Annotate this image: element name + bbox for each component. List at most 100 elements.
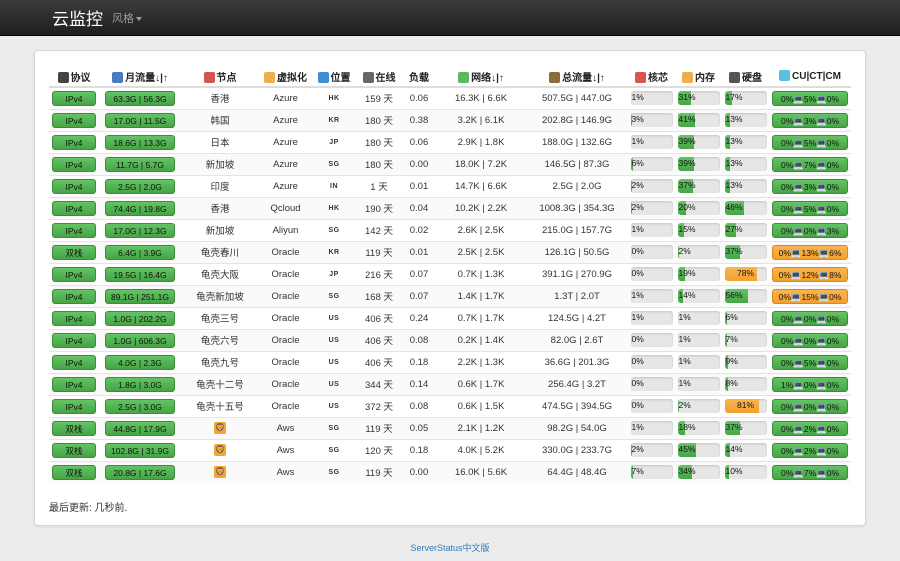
bar-value: 2% <box>631 202 644 212</box>
table-row[interactable]: IPv4 1.8G | 3.0G 龟壳十二号 Oracle US 344 天 0.14 0.6… <box>49 372 851 395</box>
column-header[interactable]: 总流量↓|↑ <box>526 66 628 88</box>
table-row[interactable]: 双栈 6.4G | 3.9G 龟壳春川 Oracle KR 119 天 0.01 2.5K |… <box>49 240 851 263</box>
isp-cell: 0%💻2%💻0% <box>769 438 851 461</box>
disk-bar: 9% <box>724 355 767 369</box>
column-header-label: 在线 <box>375 72 396 84</box>
table-row[interactable]: IPv4 1.0G | 606.3G 龟壳六号 Oracle US 406 天 0.08 0.… <box>49 328 851 351</box>
cpu-bar: 1% <box>630 223 673 237</box>
monthly-traffic-cell: 17.0G | 12.3G <box>99 218 181 241</box>
disk-cell: 46% <box>722 196 769 219</box>
column-header[interactable]: 网络↓|↑ <box>436 66 526 88</box>
protocol-cell: IPv4 <box>49 394 99 417</box>
disk-cell: 27% <box>722 218 769 241</box>
node-cell: 龟壳三号 <box>181 306 259 329</box>
node-cell: 日本 <box>181 130 259 153</box>
monthly-traffic-badge: 44.8G | 17.9G <box>105 420 175 436</box>
location-cell: HK <box>312 196 356 219</box>
cpu-bar: 0% <box>630 245 673 259</box>
load-cell: 0.04 <box>402 196 436 219</box>
node-cell: 龟壳十二号 <box>181 372 259 395</box>
disk-bar: 14% <box>724 443 767 457</box>
table-row[interactable]: IPv4 63.3G | 56.3G 香港 Azure HK 159 天 0.06 16.3K… <box>49 86 851 109</box>
total-traffic-cell: 126.1G | 50.5G <box>526 240 628 263</box>
bar-value: 15% <box>678 224 696 234</box>
disk-bar: 7% <box>724 333 767 347</box>
total-traffic-cell: 98.2G | 54.0G <box>526 416 628 439</box>
column-header[interactable]: 在线 <box>356 66 402 88</box>
table-row[interactable]: IPv4 74.4G | 19.8G 香港 Qcloud HK 190 天 0.04 10.2… <box>49 196 851 219</box>
table-row[interactable]: 双栈 20.8G | 17.6G 🦁 Aws SG 119 天 0.00 16.0K | 5.… <box>49 460 851 483</box>
table-row[interactable]: IPv4 17.0G | 12.3G 新加坡 Aliyun SG 142 天 0.02 2.6… <box>49 218 851 241</box>
column-header[interactable]: 内存 <box>675 66 722 88</box>
table-row[interactable]: 双栈 102.8G | 31.9G 🦁 Aws SG 120 天 0.18 4.0K | 5.… <box>49 438 851 461</box>
lion-icon: 🦁 <box>214 466 226 479</box>
protocol-badge: IPv4 <box>52 222 96 238</box>
monthly-traffic-cell: 1.0G | 202.2G <box>99 306 181 329</box>
monthly-traffic-badge: 11.7G | 5.7G <box>105 156 175 172</box>
table-row[interactable]: IPv4 89.1G | 251.1G 龟壳新加坡 Oracle SG 168 天 0.07… <box>49 284 851 307</box>
table-row[interactable]: 双栈 44.8G | 17.9G 🦁 Aws SG 119 天 0.05 2.1K | 1.2… <box>49 416 851 439</box>
table-row[interactable]: IPv4 18.6G | 13.3G 日本 Azure JP 180 天 0.06 2.9K … <box>49 130 851 153</box>
bar-value: 1% <box>631 224 644 234</box>
column-header-label: 网络↓|↑ <box>471 72 504 84</box>
column-header[interactable]: 节点 <box>181 66 259 88</box>
virtualization-cell: Aws <box>259 460 312 483</box>
column-header[interactable]: 硬盘 <box>722 66 769 88</box>
column-header[interactable]: 月流量↓|↑ <box>99 66 181 88</box>
bar-value: 46% <box>725 202 743 212</box>
protocol-badge: IPv4 <box>52 376 96 392</box>
table-row[interactable]: IPv4 1.0G | 202.2G 龟壳三号 Oracle US 406 天 0.24 0.… <box>49 306 851 329</box>
location-cell: KR <box>312 240 356 263</box>
disk-bar: 13% <box>724 157 767 171</box>
folder-icon <box>264 71 275 83</box>
memory-cell: 45% <box>675 438 722 461</box>
column-header[interactable]: 协议 <box>49 66 99 88</box>
table-row[interactable]: IPv4 2.5G | 3.0G 龟壳十五号 Oracle US 372 天 0.08 0.6… <box>49 394 851 417</box>
styles-dropdown[interactable]: 风格 <box>112 10 142 26</box>
node-cell: 龟壳六号 <box>181 328 259 351</box>
table-row[interactable]: IPv4 4.0G | 2.3G 龟壳九号 Oracle US 406 天 0.18 2.2K… <box>49 350 851 373</box>
bar-value: 2% <box>678 246 691 256</box>
bar-value: 1% <box>678 334 691 344</box>
cpu-cell: 0% <box>628 350 675 373</box>
virtualization-cell: Oracle <box>259 372 312 395</box>
table-row[interactable]: IPv4 11.7G | 5.7G 新加坡 Azure SG 180 天 0.00 18.0K… <box>49 152 851 175</box>
column-header[interactable]: 核芯 <box>628 66 675 88</box>
load-cell: 0.14 <box>402 372 436 395</box>
network-cell: 2.5K | 2.5K <box>436 240 526 263</box>
column-header[interactable]: 虚拟化 <box>259 66 312 88</box>
uptime-cell: 190 天 <box>356 196 402 219</box>
table-row[interactable]: IPv4 17.0G | 11.5G 韩国 Azure KR 180 天 0.38 3.2K … <box>49 108 851 131</box>
virtualization-cell: Qcloud <box>259 196 312 219</box>
location-cell: SG <box>312 438 356 461</box>
monthly-traffic-badge: 1.0G | 606.3G <box>105 332 175 348</box>
protocol-cell: IPv4 <box>49 218 99 241</box>
load-cell: 0.08 <box>402 394 436 417</box>
memory-bar: 37% <box>677 179 720 193</box>
monthly-traffic-cell: 17.0G | 11.5G <box>99 108 181 131</box>
location-cell: IN <box>312 174 356 197</box>
total-traffic-cell: 82.0G | 2.6T <box>526 328 628 351</box>
cpu-cell: 2% <box>628 196 675 219</box>
brand-title[interactable]: 云监控 <box>52 5 103 30</box>
protocol-badge: IPv4 <box>52 112 96 128</box>
total-traffic-cell: 330.0G | 233.7G <box>526 438 628 461</box>
table-row[interactable]: IPv4 2.5G | 2.0G 印度 Azure IN 1 天 0.01 14.7K | 6… <box>49 174 851 197</box>
virtualization-cell: Azure <box>259 174 312 197</box>
memory-cell: 18% <box>675 416 722 439</box>
column-header[interactable]: 位置 <box>312 66 356 88</box>
footer-link[interactable]: ServerStatus中文版 <box>0 541 900 554</box>
node-cell: 🦁 <box>181 460 259 483</box>
bar-value: 13% <box>725 180 743 190</box>
bar-value: 7% <box>725 334 738 344</box>
protocol-badge: 双栈 <box>52 442 96 458</box>
isp-badge: 0%💻5%💻0% <box>772 90 848 106</box>
uptime-cell: 216 天 <box>356 262 402 285</box>
table-row[interactable]: IPv4 19.5G | 16.4G 龟壳大阪 Oracle JP 216 天 0.07 0.… <box>49 262 851 285</box>
lion-icon: 🦁 <box>214 444 226 456</box>
node-cell: 香港 <box>181 86 259 109</box>
column-header[interactable]: 负载 <box>402 66 436 88</box>
bar-value: 1% <box>678 356 691 366</box>
target-icon <box>635 71 646 83</box>
column-header[interactable]: CU|CT|CM <box>769 66 851 88</box>
